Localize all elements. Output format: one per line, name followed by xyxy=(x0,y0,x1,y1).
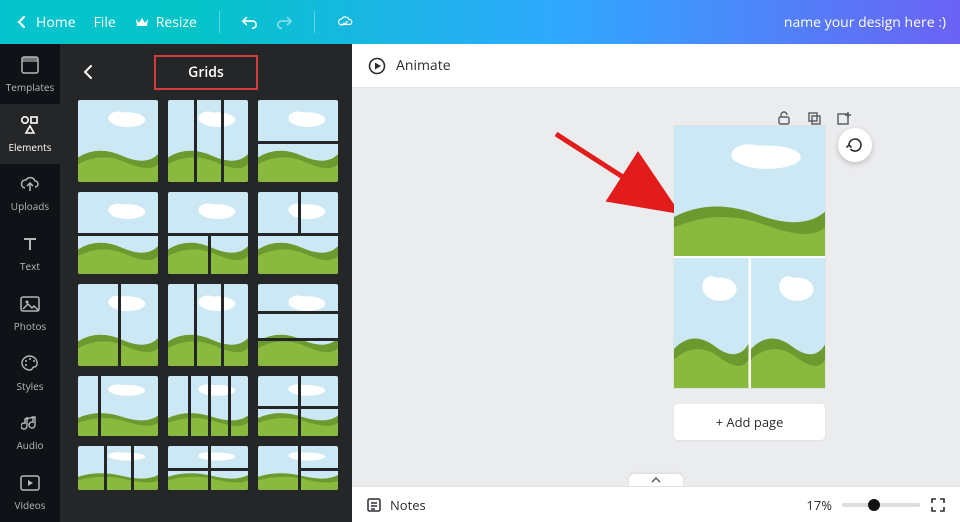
divider xyxy=(314,11,315,33)
lock-page-icon[interactable] xyxy=(776,110,792,126)
rail-elements[interactable]: Elements xyxy=(0,104,60,164)
cloud-sync-button[interactable] xyxy=(337,14,353,30)
notes-button[interactable]: Notes xyxy=(366,496,426,514)
fullscreen-button[interactable] xyxy=(930,497,946,513)
grid-option[interactable] xyxy=(78,446,158,490)
grid-option[interactable] xyxy=(168,192,248,274)
grid-option[interactable] xyxy=(168,376,248,436)
animate-button[interactable]: Animate xyxy=(368,56,451,75)
uploads-icon xyxy=(19,173,41,195)
add-page-icon[interactable] xyxy=(836,110,852,126)
notes-icon xyxy=(366,497,382,513)
bottom-bar: Notes 17% xyxy=(352,486,960,522)
grid-option[interactable] xyxy=(258,284,338,366)
elements-icon xyxy=(19,114,41,136)
undo-button[interactable] xyxy=(242,14,258,30)
zoom-slider[interactable] xyxy=(842,503,920,507)
redo-icon xyxy=(276,14,292,30)
elements-panel: Grids xyxy=(60,44,352,522)
grid-option[interactable] xyxy=(78,100,158,182)
grid-option[interactable] xyxy=(78,192,158,274)
rail-audio[interactable]: Audio xyxy=(0,403,60,463)
panel-title: Grids xyxy=(154,55,258,90)
add-page-button[interactable]: + Add page xyxy=(674,404,825,440)
resize-menu[interactable]: Resize xyxy=(134,13,197,32)
grid-option[interactable] xyxy=(168,100,248,182)
page-expander-handle[interactable] xyxy=(629,474,683,486)
audio-icon xyxy=(19,412,41,434)
grid-option[interactable] xyxy=(258,376,338,436)
zoom-slider-thumb[interactable] xyxy=(868,499,880,511)
text-icon xyxy=(19,233,41,255)
page-tools xyxy=(776,110,852,126)
canvas-viewport[interactable]: + Add page xyxy=(352,88,960,486)
home-button[interactable]: Home xyxy=(14,13,76,32)
photos-icon xyxy=(19,293,41,315)
left-rail: Templates Elements Uploads Text Photos S… xyxy=(0,44,60,522)
top-left-group: Home File Resize xyxy=(14,11,353,33)
zoom-level-label[interactable]: 17% xyxy=(806,496,832,514)
templates-icon xyxy=(19,54,41,76)
duplicate-page-icon[interactable] xyxy=(806,110,822,126)
grid-option[interactable] xyxy=(78,284,158,366)
grid-frame-bottom-right[interactable] xyxy=(751,258,826,388)
grid-option[interactable] xyxy=(258,100,338,182)
chevron-left-icon xyxy=(14,14,30,30)
top-menu-bar: Home File Resize name your design here xyxy=(0,0,960,44)
canvas-toolbar: Animate xyxy=(352,44,960,88)
rail-photos[interactable]: Photos xyxy=(0,283,60,343)
rail-templates[interactable]: Templates xyxy=(0,44,60,104)
rail-uploads[interactable]: Uploads xyxy=(0,164,60,224)
rail-styles[interactable]: Styles xyxy=(0,343,60,403)
animate-icon xyxy=(368,57,386,75)
styles-icon xyxy=(19,353,41,375)
grid-option[interactable] xyxy=(258,446,338,490)
divider xyxy=(219,11,220,33)
grid-option[interactable] xyxy=(168,284,248,366)
canvas-area: Animate xyxy=(352,44,960,522)
videos-icon xyxy=(19,472,41,494)
file-menu[interactable]: File xyxy=(94,13,116,32)
annotation-arrow-icon xyxy=(552,128,682,218)
redo-button[interactable] xyxy=(276,14,292,30)
grid-option[interactable] xyxy=(78,376,158,436)
grids-list[interactable] xyxy=(60,100,352,522)
undo-icon xyxy=(242,14,258,30)
crown-icon xyxy=(134,14,150,30)
cloud-check-icon xyxy=(337,14,353,30)
regenerate-button[interactable] xyxy=(838,128,872,162)
grid-frame-bottom-left[interactable] xyxy=(674,258,749,388)
panel-back-button[interactable] xyxy=(78,62,98,82)
design-page[interactable] xyxy=(674,126,825,388)
home-label: Home xyxy=(36,13,76,32)
grid-option[interactable] xyxy=(168,446,248,490)
panel-header: Grids xyxy=(60,44,352,100)
rail-videos[interactable]: Videos xyxy=(0,462,60,522)
grid-option[interactable] xyxy=(258,192,338,274)
design-name-field[interactable]: name your design here :) xyxy=(784,13,946,32)
grid-frame-top[interactable] xyxy=(674,126,825,256)
rail-text[interactable]: Text xyxy=(0,223,60,283)
